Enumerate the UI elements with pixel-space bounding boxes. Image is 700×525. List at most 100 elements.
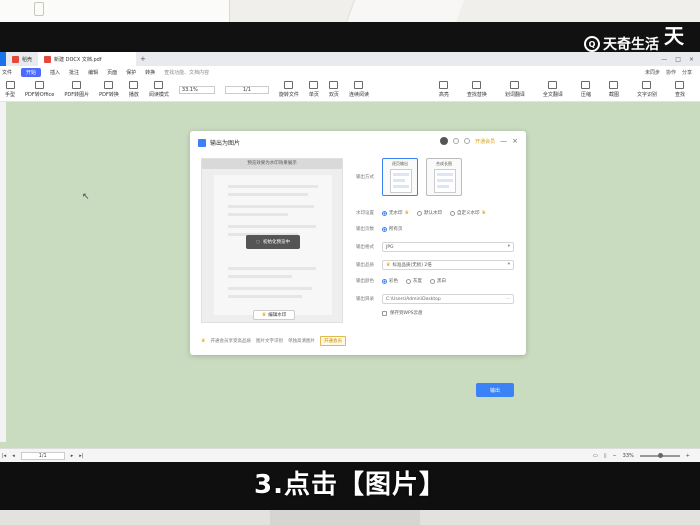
- fit-width-icon[interactable]: ▯: [604, 453, 607, 459]
- dialog-minimize-icon[interactable]: —: [500, 137, 507, 145]
- tool-ocr[interactable]: 文字识别: [632, 81, 662, 98]
- tool-compress[interactable]: 压缩: [576, 81, 596, 98]
- footer-link-hd[interactable]: 单独高清图片: [288, 338, 315, 344]
- crown-icon: ♛: [386, 262, 391, 268]
- close-icon[interactable]: ×: [689, 56, 694, 63]
- menu-edit[interactable]: 编辑: [88, 69, 98, 76]
- help-icon[interactable]: [453, 138, 460, 144]
- mode-thumbnail: [390, 169, 412, 193]
- minimize-icon[interactable]: —: [661, 56, 667, 63]
- menu-file[interactable]: 文件: [2, 69, 12, 76]
- tool-rotate[interactable]: 旋转文件: [274, 81, 304, 98]
- save-cloud-label: 保存到WPS云盘: [390, 311, 423, 316]
- tool-find-replace[interactable]: 查找替换: [462, 81, 492, 98]
- search-function-input[interactable]: 查找功能、文档内容: [164, 69, 209, 76]
- mode-page-by-page[interactable]: 逐页输出: [382, 158, 418, 196]
- tool-pdf-to-image[interactable]: PDF转图片: [59, 81, 94, 98]
- collaborate-button[interactable]: 协作: [666, 69, 676, 76]
- menu-convert[interactable]: 转换: [145, 69, 155, 76]
- edit-watermark-button[interactable]: ♛ 编辑水印: [253, 310, 295, 320]
- zoom-select[interactable]: 33.1%: [178, 85, 215, 94]
- menu-protect[interactable]: 保护: [126, 69, 136, 76]
- tool-continuous[interactable]: 连续阅读: [344, 81, 374, 98]
- sync-status[interactable]: 未同步: [645, 69, 660, 76]
- radio-all-pages[interactable]: 所有页: [382, 226, 403, 232]
- prev-page-icon[interactable]: ◂: [12, 453, 15, 459]
- tool-label: 压缩: [580, 92, 591, 98]
- radio-color[interactable]: 彩色: [382, 278, 398, 284]
- mode-row: 输出方式 逐页输出 合成长图: [356, 158, 462, 196]
- last-page-icon[interactable]: ▸|: [79, 453, 83, 459]
- convert-icon: [35, 81, 45, 89]
- quality-label: 输出品质: [356, 263, 374, 268]
- menu-insert[interactable]: 插入: [50, 69, 60, 76]
- dialog-title-text: 输出为图片: [210, 140, 241, 147]
- footer-link-ocr[interactable]: 图片文字识别: [256, 338, 283, 344]
- upgrade-link[interactable]: 开通会员: [475, 138, 495, 145]
- tool-double-page[interactable]: 双页: [324, 81, 344, 98]
- format-select[interactable]: JPG ▾: [382, 242, 514, 252]
- brand-name: 天奇生活: [603, 37, 659, 53]
- output-directory-input[interactable]: C:\Users\Admin\Desktop ...: [382, 294, 514, 304]
- radio-label: 彩色: [389, 279, 398, 284]
- radio-custom-watermark[interactable]: 自定义水印 ♛: [449, 210, 486, 216]
- share-button[interactable]: 分享: [682, 69, 692, 76]
- radio-black-white[interactable]: 黑白: [430, 278, 446, 284]
- tool-play[interactable]: 播放: [124, 81, 144, 98]
- format-row: 输出格式 JPG ▾: [356, 242, 514, 252]
- mode-long-image[interactable]: 合成长图: [426, 158, 462, 196]
- avatar[interactable]: [440, 137, 449, 145]
- quality-select[interactable]: ♛ 标准品质(无损) 2倍 ▾: [382, 260, 514, 270]
- radio-dot: [382, 278, 387, 284]
- tool-label: 旋转文件: [278, 92, 299, 98]
- spinner-icon: ◌: [256, 239, 260, 245]
- next-page-icon[interactable]: ▸: [71, 453, 74, 459]
- zoom-slider-knob[interactable]: [657, 452, 663, 458]
- save-cloud-checkbox[interactable]: [382, 310, 387, 316]
- tool-single-page[interactable]: 单页: [304, 81, 324, 98]
- tool-word-translate[interactable]: 划词翻译: [500, 81, 530, 98]
- zoom-in-icon[interactable]: +: [686, 453, 690, 459]
- tool-highlight[interactable]: 高亮: [434, 81, 454, 98]
- maximize-icon[interactable]: □: [675, 56, 681, 63]
- new-tab-button[interactable]: +: [140, 55, 146, 63]
- pages-label: 输出页数: [356, 227, 374, 232]
- tab-pdf-document[interactable]: 新建 DOCX 文档.pdf: [38, 52, 137, 66]
- tool-full-translate[interactable]: 全文翻译: [538, 81, 568, 98]
- fit-page-icon[interactable]: ▭: [593, 453, 598, 459]
- radio-dot: [382, 226, 387, 232]
- menu-annotate[interactable]: 批注: [69, 69, 79, 76]
- settings-icon[interactable]: [464, 138, 471, 144]
- save-cloud-row: 保存到WPS云盘: [382, 310, 423, 316]
- tab-daoke[interactable]: 稻壳: [6, 52, 38, 66]
- zoom-out-icon[interactable]: −: [612, 453, 616, 459]
- tool-label: 单页: [308, 92, 319, 98]
- preview-line: [228, 205, 314, 208]
- tool-label: 全文翻译: [542, 92, 563, 98]
- menu-page[interactable]: 页面: [107, 69, 117, 76]
- tool-pdf-to-office[interactable]: PDF转Office: [20, 81, 59, 98]
- preview-panel: 预览效果为水印效果展示 ◌ 初始化预览中 ♛ 编辑水印: [201, 158, 343, 323]
- tool-search[interactable]: 查找: [670, 81, 690, 98]
- tool-hand[interactable]: 手型: [0, 81, 20, 98]
- browse-button[interactable]: ...: [506, 296, 510, 301]
- radio-default-watermark[interactable]: 默认水印: [416, 210, 442, 216]
- status-page-input[interactable]: 1/1: [20, 451, 65, 460]
- radio-no-watermark[interactable]: 无水印 ♛: [382, 210, 409, 216]
- crown-icon: ♛: [404, 210, 409, 216]
- tool-reading-mode[interactable]: 阅读模式: [144, 81, 174, 98]
- menu-start[interactable]: 开始: [21, 67, 42, 77]
- page-input[interactable]: 1/1: [224, 85, 269, 94]
- tool-pdf-convert[interactable]: PDF转换: [94, 81, 124, 98]
- dialog-close-icon[interactable]: ×: [512, 137, 518, 145]
- preview-line: [228, 295, 302, 298]
- tool-screenshot[interactable]: 截图: [604, 81, 624, 98]
- export-button[interactable]: 输出: [476, 383, 514, 397]
- first-page-icon[interactable]: |◂: [2, 453, 6, 459]
- rotate-icon: [284, 81, 294, 89]
- color-row: 输出颜色 彩色 灰度 黑白: [356, 278, 454, 284]
- radio-grayscale[interactable]: 灰度: [406, 278, 422, 284]
- member-button[interactable]: 开通会员: [319, 336, 346, 346]
- zoom-slider[interactable]: [639, 452, 680, 458]
- watermark-row: 水印设置 无水印 ♛ 默认水印 自定义水印 ♛: [356, 210, 494, 216]
